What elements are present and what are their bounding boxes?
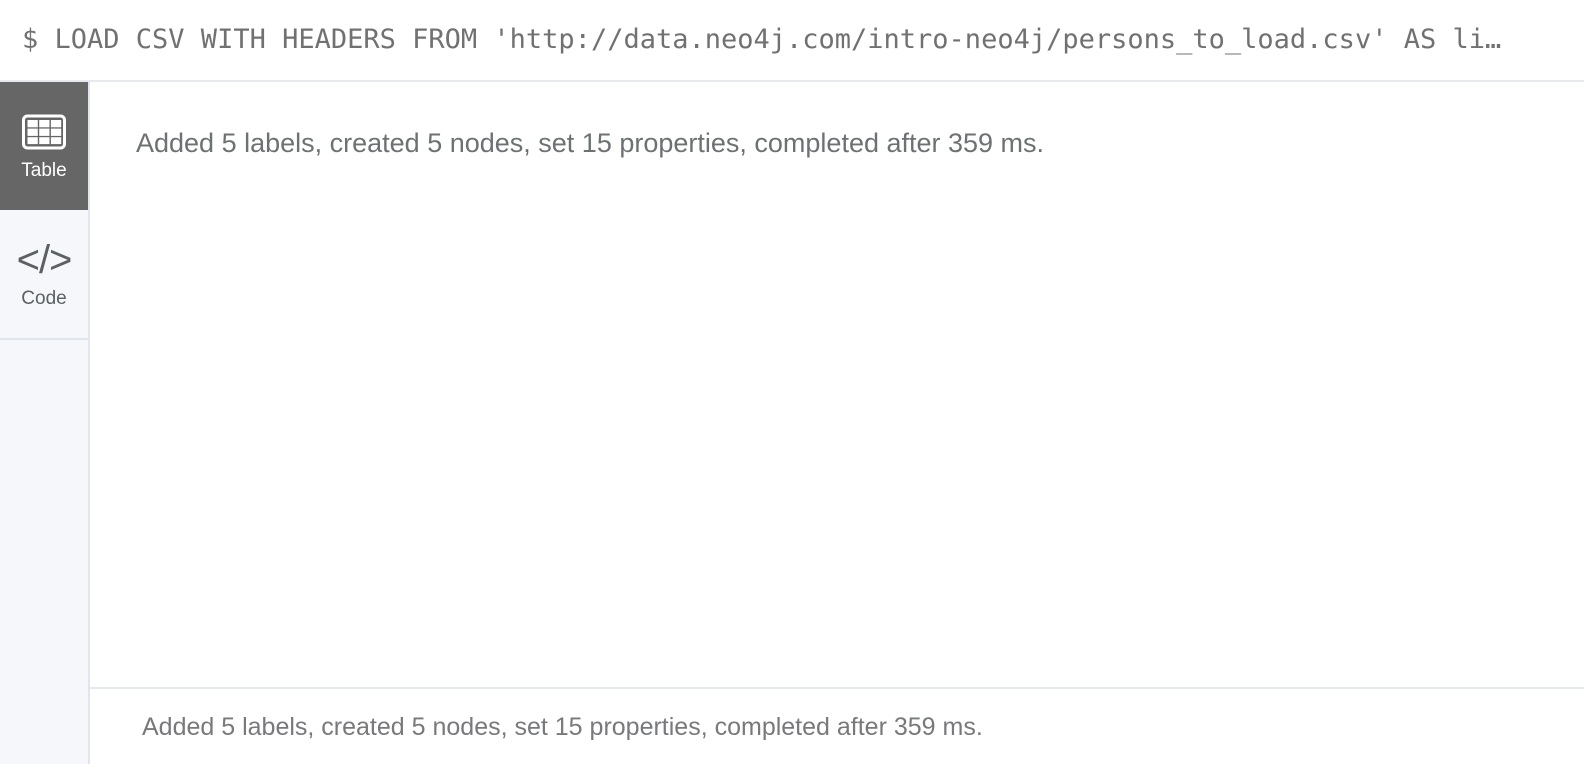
code-angle-brackets-glyph: </> <box>16 238 73 282</box>
sidebar-empty-space <box>0 340 88 764</box>
result-content-area: Added 5 labels, created 5 nodes, set 15 … <box>90 82 1584 687</box>
query-result-frame: $ LOAD CSV WITH HEADERS FROM 'http://dat… <box>0 0 1584 764</box>
result-status-bar: Added 5 labels, created 5 nodes, set 15 … <box>90 687 1584 764</box>
code-angle-brackets-icon: </> <box>16 238 73 282</box>
sidebar-item-code[interactable]: </> Code <box>0 210 88 338</box>
sidebar-item-label-code: Code <box>21 288 67 309</box>
query-command-bar[interactable]: $ LOAD CSV WITH HEADERS FROM 'http://dat… <box>0 0 1584 82</box>
query-command-text: $ LOAD CSV WITH HEADERS FROM 'http://dat… <box>22 24 1502 55</box>
result-status-message: Added 5 labels, created 5 nodes, set 15 … <box>142 712 983 741</box>
sidebar-item-label-table: Table <box>21 160 67 181</box>
result-summary-message: Added 5 labels, created 5 nodes, set 15 … <box>136 128 1045 158</box>
result-body-row: Table </> Code Added 5 labels, created 5… <box>0 82 1584 764</box>
result-view-sidebar: Table </> Code <box>0 82 90 764</box>
sidebar-item-table[interactable]: Table <box>0 82 88 210</box>
table-grid-icon <box>22 110 66 154</box>
result-pane: Added 5 labels, created 5 nodes, set 15 … <box>90 82 1584 764</box>
